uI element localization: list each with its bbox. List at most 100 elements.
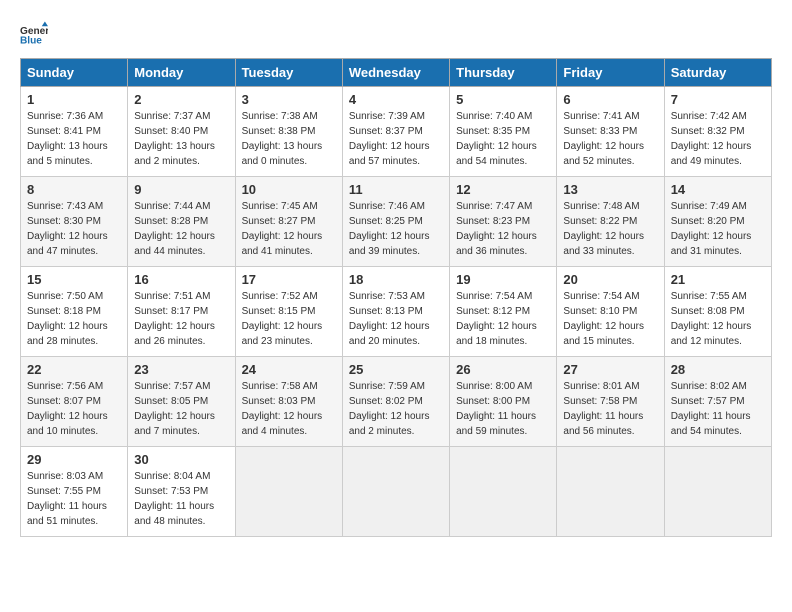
day-info: Sunrise: 7:44 AM Sunset: 8:28 PM Dayligh… xyxy=(134,199,228,259)
calendar-day-cell xyxy=(235,447,342,537)
day-info: Sunrise: 8:01 AM Sunset: 7:58 PM Dayligh… xyxy=(563,379,657,439)
page-header: General Blue xyxy=(20,20,772,48)
day-info: Sunrise: 7:40 AM Sunset: 8:35 PM Dayligh… xyxy=(456,109,550,169)
day-number: 28 xyxy=(671,362,765,377)
calendar-day-cell: 30 Sunrise: 8:04 AM Sunset: 7:53 PM Dayl… xyxy=(128,447,235,537)
calendar-day-cell: 17 Sunrise: 7:52 AM Sunset: 8:15 PM Dayl… xyxy=(235,267,342,357)
day-info: Sunrise: 7:41 AM Sunset: 8:33 PM Dayligh… xyxy=(563,109,657,169)
logo-icon: General Blue xyxy=(20,20,48,48)
day-number: 9 xyxy=(134,182,228,197)
calendar-table: SundayMondayTuesdayWednesdayThursdayFrid… xyxy=(20,58,772,537)
day-info: Sunrise: 7:50 AM Sunset: 8:18 PM Dayligh… xyxy=(27,289,121,349)
weekday-header-row: SundayMondayTuesdayWednesdayThursdayFrid… xyxy=(21,59,772,87)
weekday-header-cell: Tuesday xyxy=(235,59,342,87)
day-number: 16 xyxy=(134,272,228,287)
calendar-day-cell: 22 Sunrise: 7:56 AM Sunset: 8:07 PM Dayl… xyxy=(21,357,128,447)
day-number: 5 xyxy=(456,92,550,107)
day-info: Sunrise: 7:54 AM Sunset: 8:10 PM Dayligh… xyxy=(563,289,657,349)
calendar-day-cell: 2 Sunrise: 7:37 AM Sunset: 8:40 PM Dayli… xyxy=(128,87,235,177)
day-info: Sunrise: 7:55 AM Sunset: 8:08 PM Dayligh… xyxy=(671,289,765,349)
calendar-day-cell: 9 Sunrise: 7:44 AM Sunset: 8:28 PM Dayli… xyxy=(128,177,235,267)
calendar-day-cell: 7 Sunrise: 7:42 AM Sunset: 8:32 PM Dayli… xyxy=(664,87,771,177)
day-info: Sunrise: 7:48 AM Sunset: 8:22 PM Dayligh… xyxy=(563,199,657,259)
calendar-day-cell: 25 Sunrise: 7:59 AM Sunset: 8:02 PM Dayl… xyxy=(342,357,449,447)
day-info: Sunrise: 7:36 AM Sunset: 8:41 PM Dayligh… xyxy=(27,109,121,169)
calendar-day-cell: 4 Sunrise: 7:39 AM Sunset: 8:37 PM Dayli… xyxy=(342,87,449,177)
day-number: 15 xyxy=(27,272,121,287)
day-info: Sunrise: 7:39 AM Sunset: 8:37 PM Dayligh… xyxy=(349,109,443,169)
day-number: 6 xyxy=(563,92,657,107)
day-number: 19 xyxy=(456,272,550,287)
day-number: 23 xyxy=(134,362,228,377)
calendar-week-row: 8 Sunrise: 7:43 AM Sunset: 8:30 PM Dayli… xyxy=(21,177,772,267)
calendar-day-cell: 28 Sunrise: 8:02 AM Sunset: 7:57 PM Dayl… xyxy=(664,357,771,447)
calendar-day-cell xyxy=(450,447,557,537)
calendar-day-cell: 12 Sunrise: 7:47 AM Sunset: 8:23 PM Dayl… xyxy=(450,177,557,267)
day-number: 12 xyxy=(456,182,550,197)
calendar-day-cell: 14 Sunrise: 7:49 AM Sunset: 8:20 PM Dayl… xyxy=(664,177,771,267)
day-number: 26 xyxy=(456,362,550,377)
logo: General Blue xyxy=(20,20,52,48)
day-info: Sunrise: 8:04 AM Sunset: 7:53 PM Dayligh… xyxy=(134,469,228,529)
day-number: 10 xyxy=(242,182,336,197)
calendar-day-cell xyxy=(664,447,771,537)
calendar-day-cell: 5 Sunrise: 7:40 AM Sunset: 8:35 PM Dayli… xyxy=(450,87,557,177)
day-number: 1 xyxy=(27,92,121,107)
day-info: Sunrise: 7:56 AM Sunset: 8:07 PM Dayligh… xyxy=(27,379,121,439)
calendar-day-cell: 27 Sunrise: 8:01 AM Sunset: 7:58 PM Dayl… xyxy=(557,357,664,447)
day-info: Sunrise: 7:58 AM Sunset: 8:03 PM Dayligh… xyxy=(242,379,336,439)
day-info: Sunrise: 7:45 AM Sunset: 8:27 PM Dayligh… xyxy=(242,199,336,259)
day-info: Sunrise: 7:52 AM Sunset: 8:15 PM Dayligh… xyxy=(242,289,336,349)
day-number: 11 xyxy=(349,182,443,197)
day-number: 30 xyxy=(134,452,228,467)
calendar-day-cell xyxy=(557,447,664,537)
day-info: Sunrise: 7:46 AM Sunset: 8:25 PM Dayligh… xyxy=(349,199,443,259)
day-number: 27 xyxy=(563,362,657,377)
calendar-day-cell: 16 Sunrise: 7:51 AM Sunset: 8:17 PM Dayl… xyxy=(128,267,235,357)
day-number: 4 xyxy=(349,92,443,107)
calendar-day-cell: 23 Sunrise: 7:57 AM Sunset: 8:05 PM Dayl… xyxy=(128,357,235,447)
calendar-week-row: 22 Sunrise: 7:56 AM Sunset: 8:07 PM Dayl… xyxy=(21,357,772,447)
day-number: 13 xyxy=(563,182,657,197)
day-info: Sunrise: 7:49 AM Sunset: 8:20 PM Dayligh… xyxy=(671,199,765,259)
calendar-day-cell: 3 Sunrise: 7:38 AM Sunset: 8:38 PM Dayli… xyxy=(235,87,342,177)
calendar-day-cell: 18 Sunrise: 7:53 AM Sunset: 8:13 PM Dayl… xyxy=(342,267,449,357)
calendar-day-cell: 20 Sunrise: 7:54 AM Sunset: 8:10 PM Dayl… xyxy=(557,267,664,357)
calendar-day-cell xyxy=(342,447,449,537)
day-info: Sunrise: 7:37 AM Sunset: 8:40 PM Dayligh… xyxy=(134,109,228,169)
weekday-header-cell: Wednesday xyxy=(342,59,449,87)
day-number: 3 xyxy=(242,92,336,107)
day-info: Sunrise: 8:00 AM Sunset: 8:00 PM Dayligh… xyxy=(456,379,550,439)
calendar-week-row: 1 Sunrise: 7:36 AM Sunset: 8:41 PM Dayli… xyxy=(21,87,772,177)
calendar-day-cell: 6 Sunrise: 7:41 AM Sunset: 8:33 PM Dayli… xyxy=(557,87,664,177)
day-info: Sunrise: 7:38 AM Sunset: 8:38 PM Dayligh… xyxy=(242,109,336,169)
day-number: 7 xyxy=(671,92,765,107)
calendar-day-cell: 8 Sunrise: 7:43 AM Sunset: 8:30 PM Dayli… xyxy=(21,177,128,267)
calendar-day-cell: 21 Sunrise: 7:55 AM Sunset: 8:08 PM Dayl… xyxy=(664,267,771,357)
calendar-day-cell: 15 Sunrise: 7:50 AM Sunset: 8:18 PM Dayl… xyxy=(21,267,128,357)
weekday-header-cell: Friday xyxy=(557,59,664,87)
calendar-day-cell: 29 Sunrise: 8:03 AM Sunset: 7:55 PM Dayl… xyxy=(21,447,128,537)
calendar-day-cell: 24 Sunrise: 7:58 AM Sunset: 8:03 PM Dayl… xyxy=(235,357,342,447)
day-number: 8 xyxy=(27,182,121,197)
day-info: Sunrise: 8:03 AM Sunset: 7:55 PM Dayligh… xyxy=(27,469,121,529)
weekday-header-cell: Sunday xyxy=(21,59,128,87)
calendar-day-cell: 10 Sunrise: 7:45 AM Sunset: 8:27 PM Dayl… xyxy=(235,177,342,267)
svg-text:Blue: Blue xyxy=(20,35,42,46)
weekday-header-cell: Thursday xyxy=(450,59,557,87)
day-number: 17 xyxy=(242,272,336,287)
day-info: Sunrise: 7:54 AM Sunset: 8:12 PM Dayligh… xyxy=(456,289,550,349)
weekday-header-cell: Saturday xyxy=(664,59,771,87)
day-info: Sunrise: 7:51 AM Sunset: 8:17 PM Dayligh… xyxy=(134,289,228,349)
weekday-header-cell: Monday xyxy=(128,59,235,87)
calendar-week-row: 15 Sunrise: 7:50 AM Sunset: 8:18 PM Dayl… xyxy=(21,267,772,357)
day-number: 18 xyxy=(349,272,443,287)
day-number: 24 xyxy=(242,362,336,377)
day-info: Sunrise: 7:53 AM Sunset: 8:13 PM Dayligh… xyxy=(349,289,443,349)
day-info: Sunrise: 7:57 AM Sunset: 8:05 PM Dayligh… xyxy=(134,379,228,439)
day-number: 21 xyxy=(671,272,765,287)
calendar-day-cell: 1 Sunrise: 7:36 AM Sunset: 8:41 PM Dayli… xyxy=(21,87,128,177)
day-info: Sunrise: 8:02 AM Sunset: 7:57 PM Dayligh… xyxy=(671,379,765,439)
day-number: 29 xyxy=(27,452,121,467)
calendar-day-cell: 13 Sunrise: 7:48 AM Sunset: 8:22 PM Dayl… xyxy=(557,177,664,267)
